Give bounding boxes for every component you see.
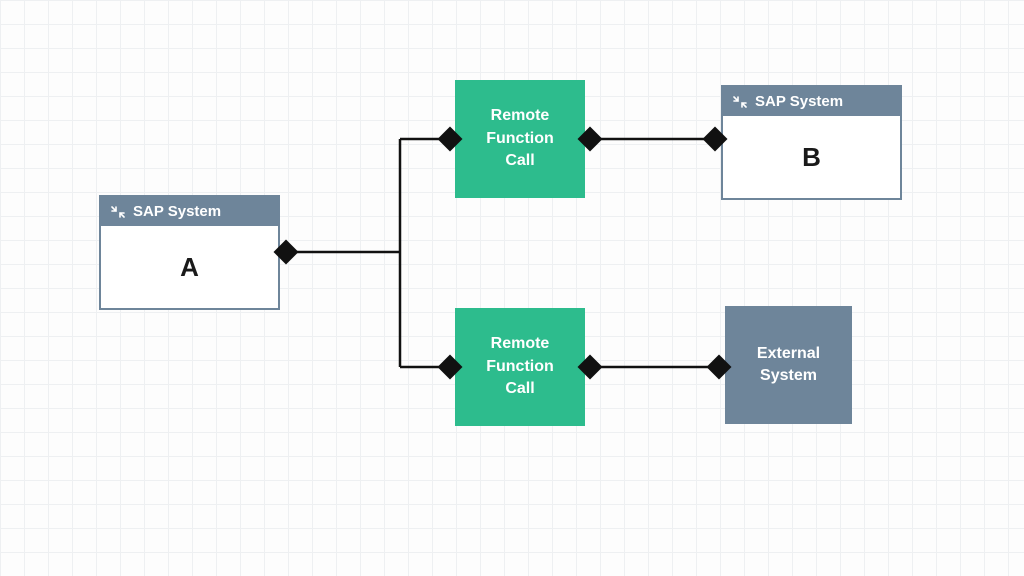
rfc-box-top: Remote Function Call (455, 80, 585, 198)
sap-system-b-header-text: SAP System (755, 93, 843, 110)
sap-system-a: SAP System A (99, 195, 280, 310)
sap-system-a-body: A (101, 226, 278, 308)
collapse-icon (733, 95, 747, 109)
external-system-label: External System (757, 343, 820, 388)
rfc-box-bottom: Remote Function Call (455, 308, 585, 426)
sap-system-a-header-text: SAP System (133, 203, 221, 220)
sap-system-b-header: SAP System (723, 87, 900, 116)
sap-system-a-header: SAP System (101, 197, 278, 226)
sap-system-b: SAP System B (721, 85, 902, 200)
rfc-box-top-label: Remote Function Call (486, 105, 554, 172)
sap-system-b-body: B (723, 116, 900, 198)
external-system-box: External System (725, 306, 852, 424)
collapse-icon (111, 205, 125, 219)
rfc-box-bottom-label: Remote Function Call (486, 333, 554, 400)
